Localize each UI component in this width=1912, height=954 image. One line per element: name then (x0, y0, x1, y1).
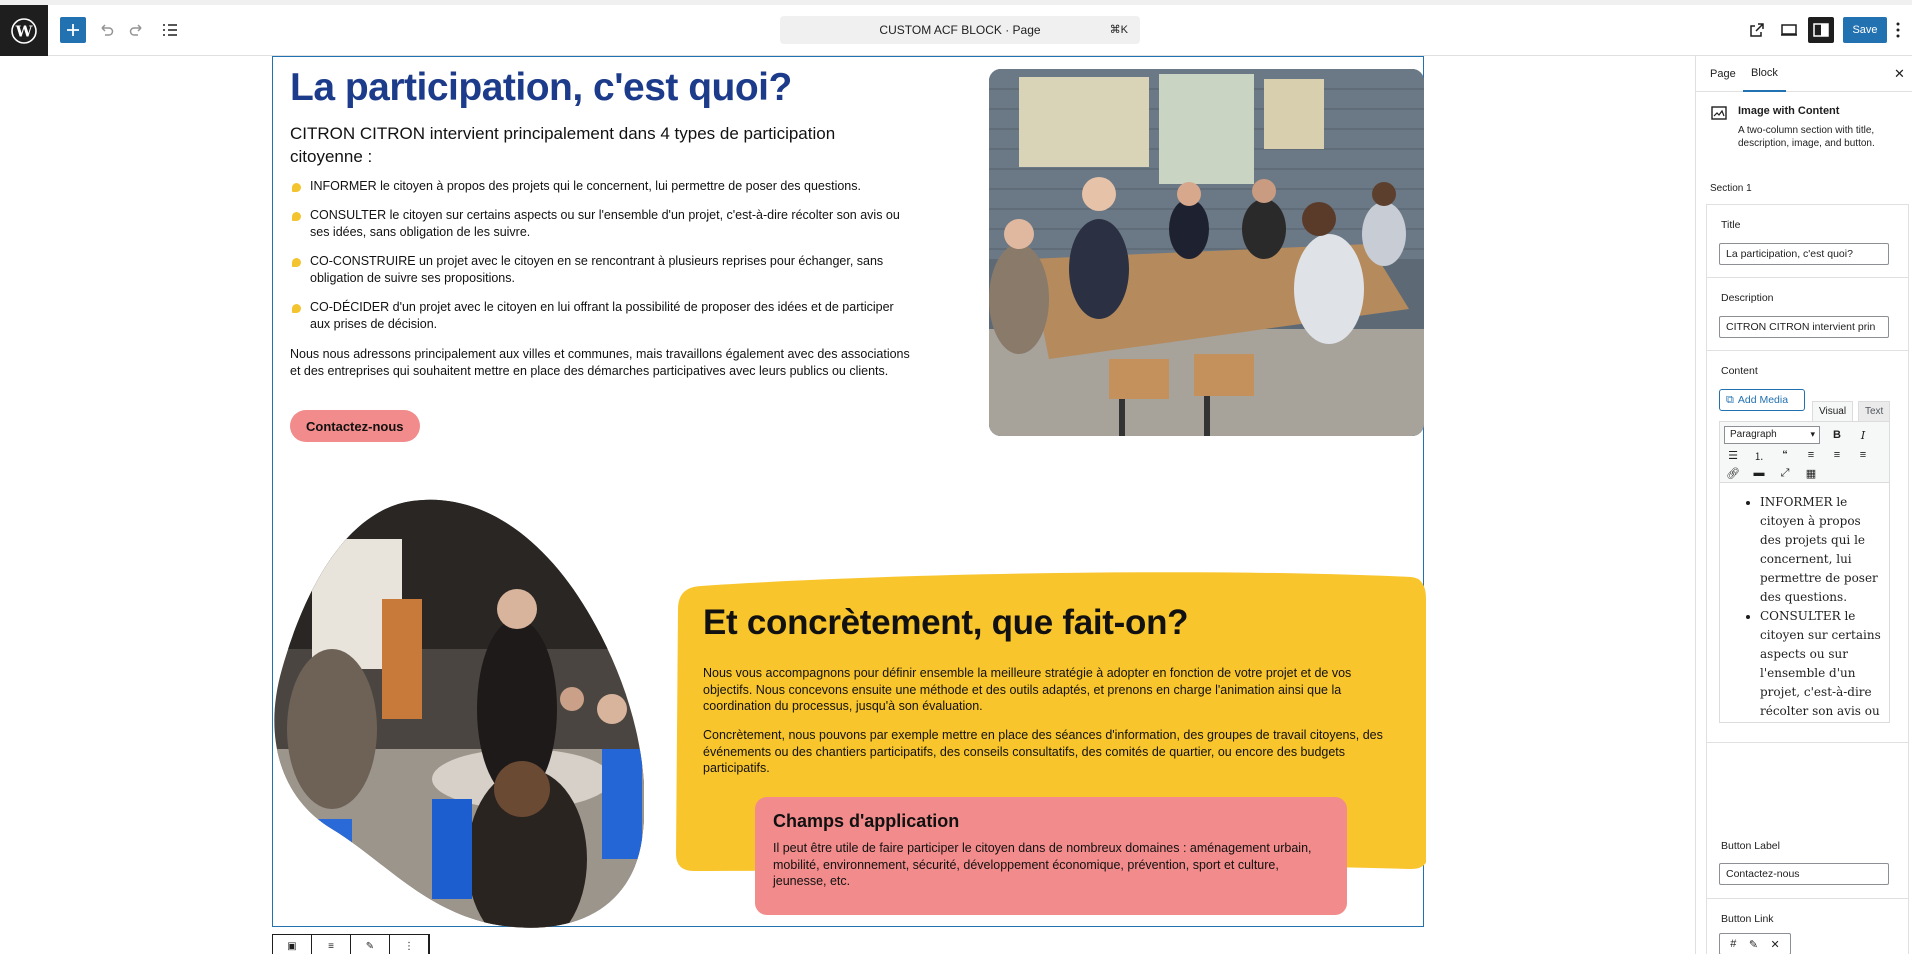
media-icon: ⧉ (1726, 393, 1734, 406)
list-item[interactable]: CONSULTER le citoyen sur certains aspect… (290, 207, 910, 241)
close-icon[interactable]: ✕ (1894, 66, 1905, 82)
read-more-icon[interactable]: ▬ (1750, 464, 1768, 482)
align-left-icon[interactable]: ≡ (1802, 446, 1820, 464)
sidebar-tabs: Page Block ✕ (1696, 56, 1912, 92)
editor-topbar: W CUSTOM ACF BLOCK · Page ⌘K Save (0, 0, 1912, 56)
tab-text[interactable]: Text (1858, 401, 1891, 421)
tab-visual[interactable]: Visual (1812, 401, 1854, 421)
block-description: A two-column section with title, descrip… (1738, 125, 1875, 149)
redo-icon[interactable] (124, 17, 150, 43)
edit-link-icon[interactable]: ✎ (1749, 938, 1758, 951)
participation-list: INFORMER le citoyen à propos des projets… (290, 178, 910, 345)
save-button[interactable]: Save (1843, 17, 1887, 43)
align-right-icon[interactable]: ≡ (1854, 446, 1872, 464)
fullscreen-icon[interactable]: ⤢ (1776, 464, 1794, 482)
add-media-label: Add Media (1737, 394, 1789, 406)
align-center-icon[interactable]: ≡ (1828, 446, 1846, 464)
svg-text:W: W (15, 22, 34, 40)
document-title: CUSTOM ACF BLOCK · Page (879, 23, 1041, 37)
bullet-list-icon[interactable]: ☰ (1724, 446, 1742, 464)
toolbar-toggle-icon[interactable]: ▦ (1802, 464, 1820, 482)
section-title[interactable]: La participation, c'est quoi? (290, 66, 792, 110)
shortcut-hint: ⌘K (1109, 24, 1128, 36)
button-link-label: Button Link (1721, 913, 1774, 925)
bold-icon[interactable]: B (1828, 426, 1846, 444)
description-field[interactable]: CITRON CITRON intervient prin (1719, 316, 1889, 338)
remove-link-icon[interactable]: ✕ (1771, 938, 1780, 951)
editor-list-item: CONSULTER le citoyen sur certains aspect… (1760, 607, 1881, 722)
list-item[interactable]: CO-CONSTRUIRE un projet avec le citoyen … (290, 253, 910, 287)
contact-button[interactable]: Contactez-nous (290, 410, 420, 442)
description-label: Description (1721, 292, 1774, 304)
meeting-photo[interactable] (989, 69, 1424, 436)
wordpress-logo-icon[interactable]: W (0, 5, 48, 56)
preview-device-icon[interactable] (1776, 17, 1802, 43)
editor-list: INFORMER le citoyen à propos des projets… (1732, 493, 1881, 722)
list-item[interactable]: CO-DÉCIDER d'un projet avec le citoyen e… (290, 299, 910, 333)
callout-title[interactable]: Champs d'application (773, 811, 1329, 832)
list-item[interactable]: INFORMER le citoyen à propos des projets… (290, 178, 910, 195)
section2-paragraph-1[interactable]: Nous vous accompagnons pour définir ense… (703, 665, 1403, 715)
view-page-icon[interactable] (1744, 17, 1770, 43)
button-link-field[interactable]: # ✎ ✕ (1719, 933, 1791, 954)
link-icon[interactable]: 🔗︎ (1724, 464, 1742, 482)
divider (1707, 898, 1908, 899)
numbered-list-icon[interactable]: ⒈ (1750, 446, 1768, 464)
workshop-photo[interactable] (272, 499, 644, 929)
title-label: Title (1721, 219, 1741, 231)
image-content-block-icon (1711, 106, 1727, 120)
section2-title[interactable]: Et concrètement, que fait-on? (703, 603, 1189, 643)
visual-editor[interactable]: INFORMER le citoyen à propos des projets… (1719, 483, 1890, 723)
divider (1707, 277, 1908, 278)
callout-text[interactable]: Il peut être utile de faire participer l… (773, 840, 1329, 890)
block-more-icon[interactable]: ⋮ (390, 935, 429, 954)
block-type-icon[interactable]: ▣ (273, 935, 312, 954)
settings-sidebar-icon[interactable] (1808, 17, 1834, 43)
title-field[interactable]: La participation, c'est quoi? (1719, 243, 1889, 265)
callout-card: Champs d'application Il peut être utile … (755, 797, 1347, 915)
italic-icon[interactable]: I (1854, 426, 1872, 444)
edit-pencil-icon[interactable]: ✎ (351, 935, 390, 954)
blockquote-icon[interactable]: “ (1776, 446, 1794, 464)
command-center[interactable]: CUSTOM ACF BLOCK · Page ⌘K (780, 16, 1140, 44)
move-handle-icon[interactable]: ≡ (312, 935, 351, 954)
tab-block[interactable]: Block (1743, 56, 1786, 92)
link-value: # (1730, 938, 1737, 950)
block-toolbar: ▣ ≡ ✎ ⋮ (272, 934, 430, 954)
section-label: Section 1 (1710, 183, 1752, 194)
more-options-icon[interactable] (1887, 17, 1909, 43)
add-block-button[interactable] (60, 17, 86, 43)
format-select[interactable]: Paragraph (1724, 426, 1820, 444)
section-description[interactable]: CITRON CITRON intervient principalement … (290, 122, 870, 168)
content-label: Content (1721, 365, 1758, 377)
editor-canvas: La participation, c'est quoi? CITRON CIT… (0, 56, 1695, 954)
tab-page[interactable]: Page (1710, 56, 1736, 92)
button-label-label: Button Label (1721, 840, 1780, 852)
section2-paragraph-2[interactable]: Concrètement, nous pouvons par exemple m… (703, 727, 1403, 777)
undo-icon[interactable] (93, 17, 119, 43)
button-label-field[interactable]: Contactez-nous (1719, 863, 1889, 885)
add-media-button[interactable]: ⧉ Add Media (1719, 389, 1805, 411)
editor-toolbar: Paragraph B I ☰ ⒈ “ ≡ ≡ ≡ 🔗︎ ▬ ⤢ ▦ (1719, 421, 1890, 483)
document-overview-icon[interactable] (157, 17, 183, 43)
settings-sidebar: Page Block ✕ Image with Content A two-co… (1695, 56, 1912, 954)
editor-list-item: INFORMER le citoyen à propos des projets… (1760, 493, 1881, 607)
section-paragraph[interactable]: Nous nous adressons principalement aux v… (290, 346, 910, 380)
divider (1707, 742, 1908, 743)
divider (1707, 350, 1908, 351)
block-name: Image with Content (1738, 105, 1840, 117)
